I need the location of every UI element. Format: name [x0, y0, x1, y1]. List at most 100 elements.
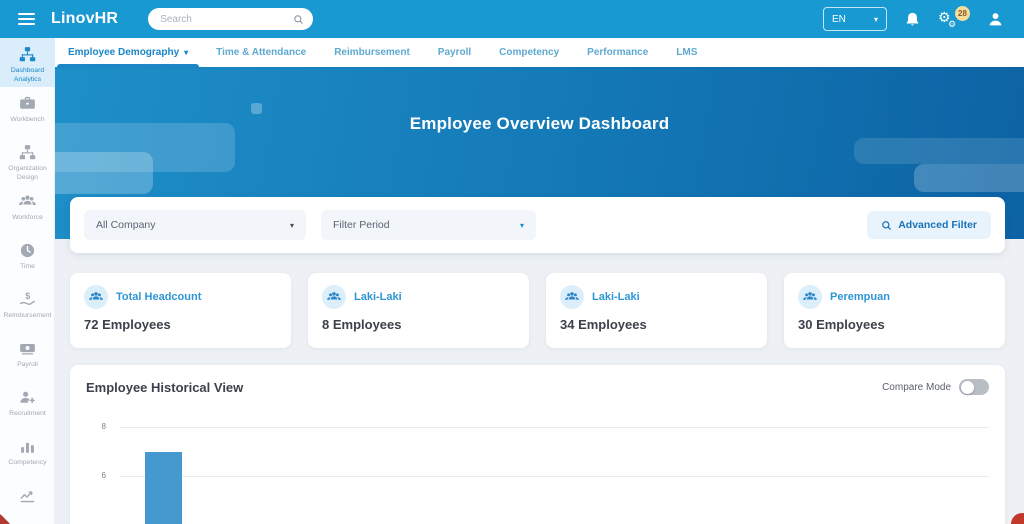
- header-actions: EN ▾ ⚙ ⚙ 28: [823, 6, 1004, 32]
- person-plus-icon: [20, 391, 35, 404]
- sidebar-item-label: Workbench: [10, 116, 45, 123]
- stat-card-label: Total Headcount: [116, 291, 202, 303]
- sidebar-item-label: Payroll: [17, 361, 38, 368]
- advanced-filter-label: Advanced Filter: [898, 219, 977, 231]
- tab-competency[interactable]: Competency: [499, 38, 559, 67]
- briefcase-icon: [20, 96, 35, 109]
- module-tabbar: Employee Demography ▾ Time & Attendance …: [55, 38, 1024, 67]
- stat-card-label: Laki-Laki: [592, 291, 640, 303]
- sidebar-item-payroll[interactable]: Payroll: [0, 332, 55, 381]
- compare-mode-label: Compare Mode: [882, 381, 951, 393]
- compare-mode-toggle[interactable]: [959, 379, 989, 395]
- stat-card-value: 72 Employees: [84, 317, 171, 332]
- language-selector[interactable]: EN ▾: [823, 7, 887, 31]
- stat-card-laki-laki-1[interactable]: Laki-Laki 8 Employees: [308, 273, 529, 348]
- page-title: Employee Overview Dashboard: [409, 114, 670, 133]
- main-area: Employee Demography ▾ Time & Attendance …: [55, 38, 1024, 524]
- tab-payroll[interactable]: Payroll: [438, 38, 471, 67]
- banknote-icon: [20, 343, 35, 355]
- sidebar: Dashboard Analytics Workbench Organizati…: [0, 38, 55, 524]
- global-search: [148, 8, 314, 30]
- sidebar-item-time[interactable]: Time: [0, 234, 55, 283]
- stat-card-label: Perempuan: [830, 291, 890, 303]
- sidebar-item-label: Time: [20, 263, 35, 270]
- sidebar-item-recruitment[interactable]: Recruitment: [0, 381, 55, 430]
- stat-card-header: Laki-Laki: [560, 285, 753, 309]
- language-value: EN: [832, 13, 846, 25]
- notifications-bell-icon[interactable]: [904, 11, 921, 28]
- stat-card-value: 30 Employees: [798, 317, 885, 332]
- tab-lms[interactable]: LMS: [676, 38, 697, 67]
- toggle-knob: [961, 380, 974, 394]
- line-chart-icon: [20, 491, 35, 503]
- people-group-icon: [84, 285, 108, 309]
- people-group-icon: [560, 285, 584, 309]
- tab-time-attendance[interactable]: Time & Attendance: [216, 38, 306, 67]
- sidebar-item-label: Organization Design: [8, 165, 47, 181]
- settings-gear-icon[interactable]: ⚙ ⚙ 28: [938, 6, 970, 32]
- sidebar-item-workforce[interactable]: Workforce: [0, 185, 55, 234]
- tab-employee-demography[interactable]: Employee Demography ▾: [56, 38, 200, 67]
- bar-chart-icon: [21, 442, 34, 453]
- chevron-down-icon: ▾: [873, 14, 878, 24]
- sidebar-item-label: Reimbursement: [3, 312, 52, 319]
- historical-view-header: Employee Historical View Compare Mode: [86, 379, 989, 395]
- sidebar-item-dashboard-analytics[interactable]: Dashboard Analytics: [0, 38, 55, 87]
- tab-label: LMS: [676, 47, 698, 58]
- tab-label: Performance: [587, 47, 649, 58]
- sidebar-item-reimbursement[interactable]: $ Reimbursement: [0, 283, 55, 332]
- app-root: LinovHR EN ▾ ⚙ ⚙ 28: [0, 0, 1024, 524]
- banner-decoration: [914, 164, 1024, 192]
- company-filter-dropdown[interactable]: All Company ▾: [84, 210, 306, 240]
- app-logo[interactable]: LinovHR: [51, 10, 118, 28]
- search-icon[interactable]: [293, 14, 304, 25]
- tab-label: Payroll: [437, 47, 472, 58]
- menu-icon[interactable]: [18, 13, 35, 25]
- sidebar-item-workbench[interactable]: Workbench: [0, 87, 55, 136]
- sidebar-item-competency[interactable]: Competency: [0, 430, 55, 479]
- page-content: Employee Overview Dashboard All Company …: [55, 67, 1024, 524]
- stat-card-total-headcount[interactable]: Total Headcount 72 Employees: [70, 273, 291, 348]
- y-axis-tick: 8: [101, 422, 106, 431]
- svg-text:$: $: [25, 291, 30, 301]
- clock-icon: [20, 243, 35, 258]
- sidebar-item-label: Competency: [8, 459, 47, 466]
- compare-mode-control: Compare Mode: [882, 379, 989, 395]
- search-input[interactable]: [160, 13, 294, 25]
- section-title: Employee Historical View: [86, 379, 244, 395]
- tab-label: Competency: [499, 47, 560, 58]
- stat-card-header: Perempuan: [798, 285, 991, 309]
- tab-label: Time & Attendance: [216, 47, 307, 58]
- sidebar-item-performance[interactable]: [0, 479, 55, 524]
- stat-card-perempuan[interactable]: Perempuan 30 Employees: [784, 273, 1005, 348]
- search-icon: [882, 220, 892, 230]
- period-filter-value: Filter Period: [333, 219, 390, 231]
- sidebar-item-label: Dashboard Analytics: [10, 67, 45, 83]
- y-axis-tick: 6: [101, 471, 106, 480]
- people-group-icon: [322, 285, 346, 309]
- sidebar-item-organization-design[interactable]: Organization Design: [0, 136, 55, 185]
- profile-icon[interactable]: [987, 11, 1004, 28]
- stat-card-header: Total Headcount: [84, 285, 277, 309]
- stat-card-header: Laki-Laki: [322, 285, 515, 309]
- org-chart-icon: [19, 145, 36, 160]
- tab-reimbursement[interactable]: Reimbursement: [334, 38, 410, 67]
- hand-dollar-icon: $: [19, 291, 36, 305]
- people-group-icon: [19, 195, 36, 205]
- gridline: [120, 427, 989, 428]
- tab-label: Reimbursement: [334, 47, 410, 58]
- sidebar-item-label: Recruitment: [9, 410, 46, 417]
- company-filter-value: All Company: [96, 219, 156, 231]
- advanced-filter-button[interactable]: Advanced Filter: [867, 211, 991, 239]
- app-shell: Dashboard Analytics Workbench Organizati…: [0, 38, 1024, 524]
- tab-performance[interactable]: Performance: [587, 38, 648, 67]
- notification-count-badge: 28: [955, 6, 970, 21]
- sitemap-icon: [19, 47, 36, 62]
- historical-view-card: Employee Historical View Compare Mode 8 6: [70, 365, 1005, 524]
- chevron-down-icon: ▾: [519, 220, 524, 230]
- chart-bar[interactable]: [145, 451, 182, 524]
- period-filter-dropdown[interactable]: Filter Period ▾: [321, 210, 536, 240]
- stat-card-label: Laki-Laki: [354, 291, 402, 303]
- stat-card-laki-laki-2[interactable]: Laki-Laki 34 Employees: [546, 273, 767, 348]
- stat-cards-row: Total Headcount 72 Employees Laki-Laki 8…: [70, 273, 1005, 348]
